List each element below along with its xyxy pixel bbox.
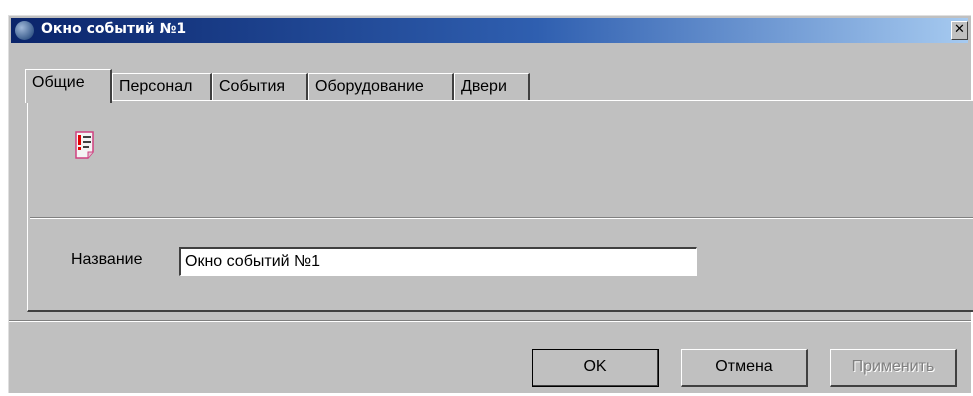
title-bar[interactable]: Окно событий №1 ✕ <box>11 18 968 43</box>
name-input[interactable] <box>179 247 697 276</box>
tab-doors[interactable]: Двери <box>454 73 530 101</box>
tab-personnel[interactable]: Персонал <box>112 73 212 101</box>
window-title: Окно событий №1 <box>41 21 187 37</box>
tab-events[interactable]: События <box>212 73 308 101</box>
close-icon: ✕ <box>954 22 965 37</box>
general-tab-panel: Название <box>27 100 973 312</box>
ok-button[interactable]: OK <box>532 349 659 387</box>
tab-general[interactable]: Общие <box>25 69 112 103</box>
panel-divider <box>30 217 973 219</box>
close-button[interactable]: ✕ <box>951 21 968 40</box>
footer-divider <box>9 320 971 322</box>
app-globe-icon <box>15 21 34 40</box>
event-list-icon <box>75 131 94 159</box>
apply-button[interactable]: Применить <box>830 349 957 387</box>
cancel-button[interactable]: Отмена <box>681 349 808 387</box>
event-window-dialog: Окно событий №1 ✕ Общие Персонал События… <box>8 15 973 393</box>
tab-equipment[interactable]: Оборудование <box>308 73 454 101</box>
name-label: Название <box>71 251 143 268</box>
